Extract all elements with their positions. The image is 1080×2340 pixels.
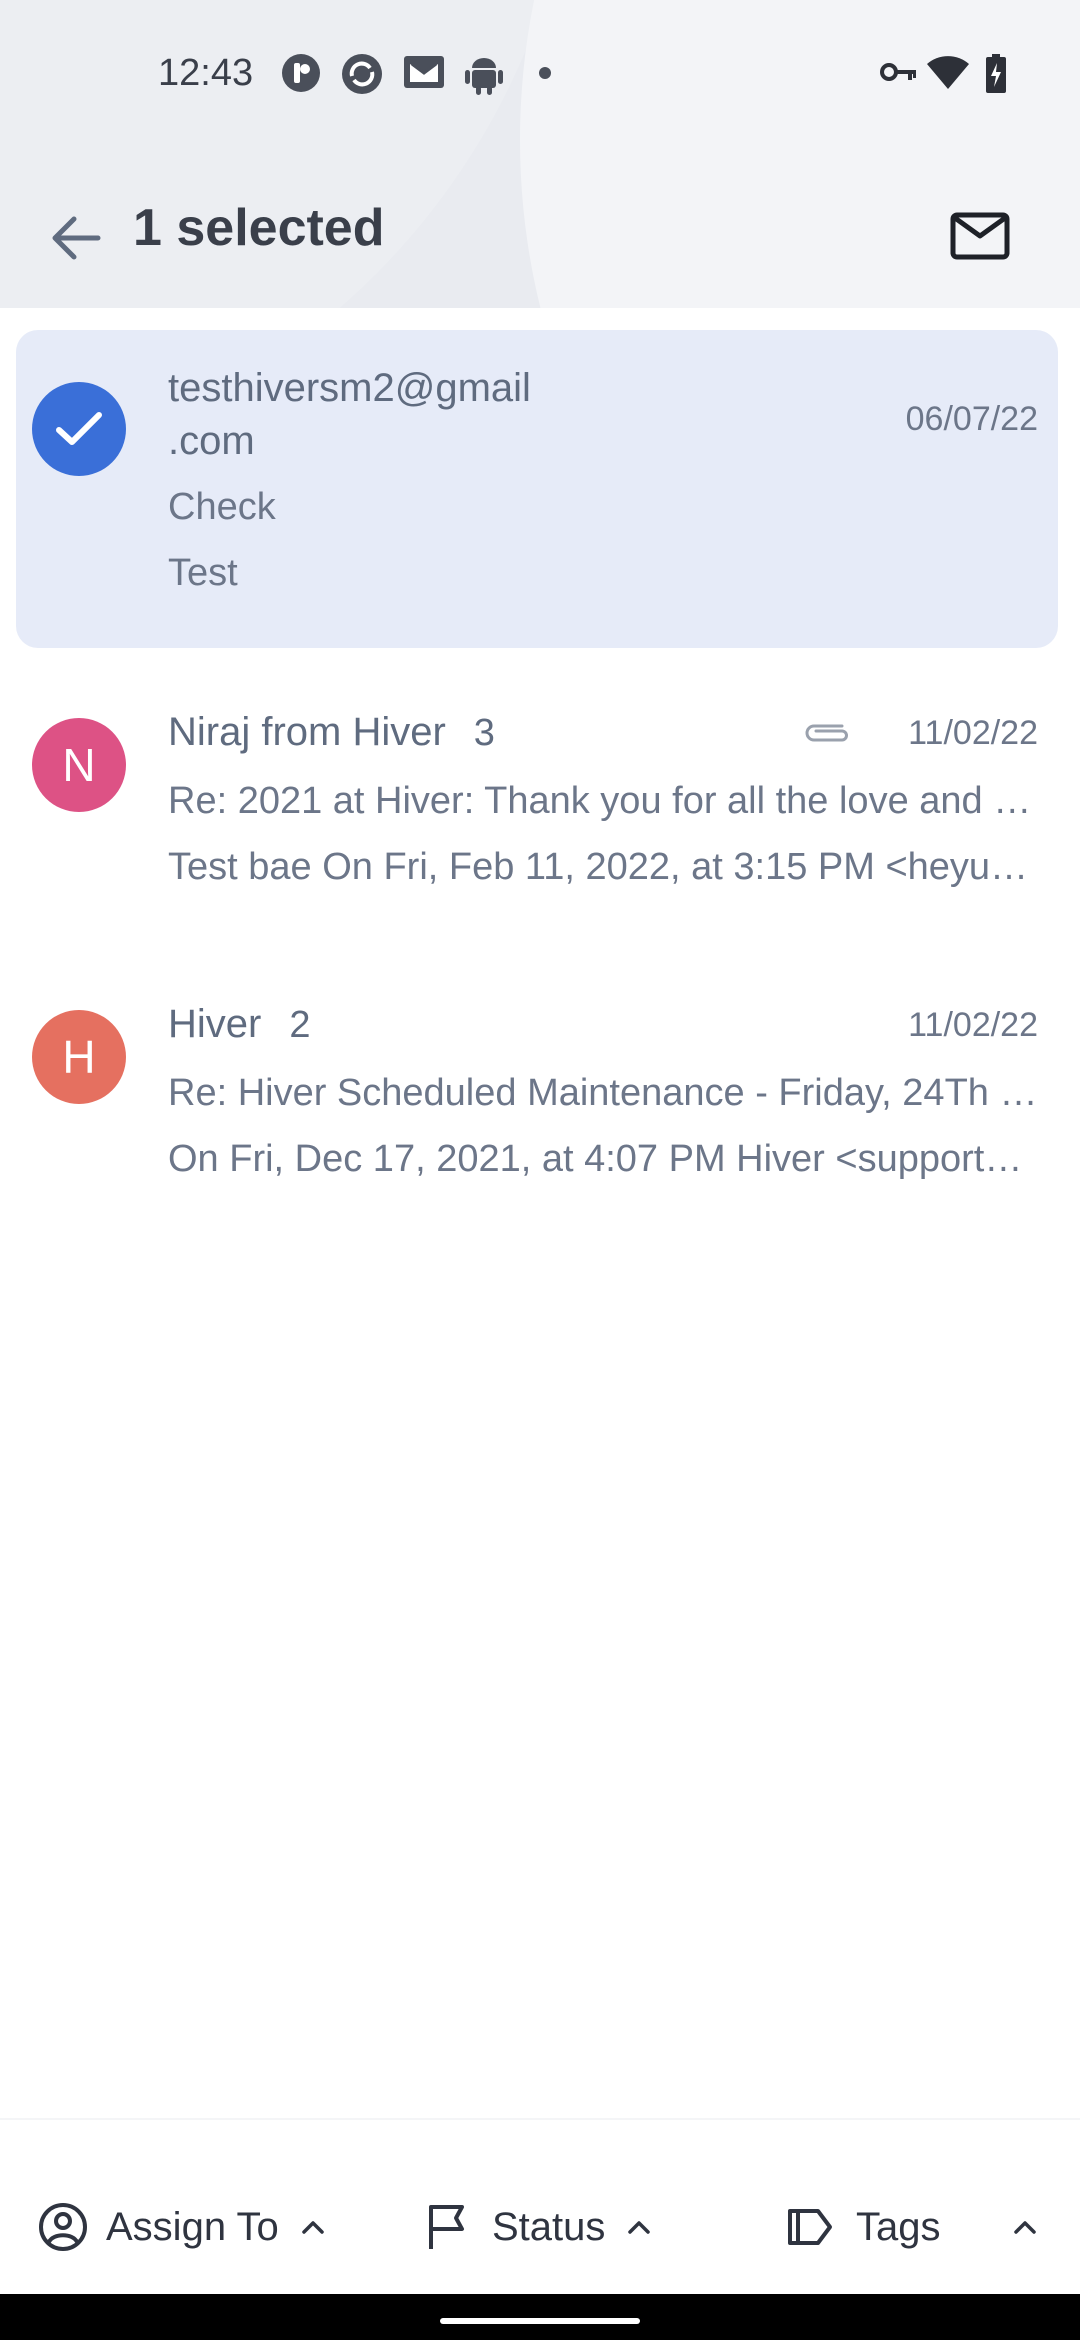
- conversation-subject: Check: [168, 486, 276, 528]
- avatar-letter: N: [62, 739, 96, 791]
- user-circle-icon: [39, 2203, 87, 2251]
- battery-charging-icon: [985, 54, 1007, 99]
- conversation-date: 11/02/22: [908, 1006, 1038, 1044]
- status-bar: 12:43: [0, 0, 1080, 150]
- back-button[interactable]: [42, 204, 110, 272]
- sender-name: testhiversm2@gmail: [168, 366, 531, 410]
- sender-name: Niraj from Hiver 3: [168, 710, 495, 755]
- wifi-icon: [926, 56, 970, 95]
- android-notification-icon: [464, 52, 504, 101]
- tag-icon: [788, 2209, 832, 2245]
- app-notification-icon: [280, 52, 322, 99]
- tags-button[interactable]: Tags: [786, 2182, 1037, 2272]
- conversation-subject: Re: 2021 at Hiver: Thank you for all the…: [168, 780, 1032, 822]
- vpn-key-icon: [880, 60, 918, 89]
- assign-to-label: Assign To: [106, 2204, 279, 2249]
- assign-to-button[interactable]: Assign To: [38, 2182, 325, 2272]
- conversation-row[interactable]: N Niraj from Hiver 3 11/02/22 Re: 2021 at…: [16, 678, 1058, 928]
- status-button[interactable]: Status: [426, 2182, 651, 2272]
- conversation-date: 11/02/22: [908, 714, 1038, 752]
- conversation-preview: On Fri, Dec 17, 2021, at 4:07 PM Hiver <…: [168, 1138, 1023, 1180]
- conversation-row[interactable]: H Hiver 2 11/02/22 Re: Hiver Scheduled Ma…: [16, 968, 1058, 1218]
- avatar: H: [32, 1010, 126, 1104]
- chevron-up-icon: [628, 2221, 651, 2234]
- paperclip-icon: [802, 720, 852, 751]
- selection-count-title: 1 selected: [133, 199, 385, 257]
- gmail-notification-icon: [402, 52, 446, 97]
- avatar: N: [32, 718, 126, 812]
- sender-name: Hiver 2: [168, 1002, 310, 1047]
- home-gesture-handle[interactable]: [440, 2318, 640, 2324]
- sender-name-text: Hiver: [168, 1002, 262, 1046]
- conversation-preview: Test: [168, 552, 238, 594]
- mark-read-button[interactable]: [944, 206, 1016, 266]
- system-navigation-bar: [0, 2294, 1080, 2340]
- conversation-date: 06/07/22: [905, 400, 1038, 438]
- tags-label: Tags: [856, 2204, 941, 2249]
- top-app-bar: 1 selected: [0, 170, 1080, 300]
- back-arrow-icon: [52, 216, 101, 260]
- status-label: Status: [492, 2204, 606, 2249]
- avatar-letter: H: [62, 1031, 96, 1083]
- sender-name-continued: .com: [168, 419, 255, 463]
- conversation-row[interactable]: testhiversm2@gmail .com 06/07/22 Check T…: [16, 330, 1058, 648]
- mail-icon: [950, 212, 1010, 260]
- sender-name-text: Niraj from Hiver: [168, 710, 446, 754]
- more-notifications-dot-icon: [538, 66, 552, 85]
- selected-check-avatar[interactable]: [32, 382, 126, 476]
- check-icon: [56, 412, 102, 445]
- thread-count: 3: [473, 712, 495, 754]
- conversation-preview: Test bae On Fri, Feb 11, 2022, at 3:15 P…: [168, 846, 1038, 888]
- conversation-subject: Re: Hiver Scheduled Maintenance - Friday…: [168, 1072, 1038, 1114]
- bottom-action-bar: Assign To Status Tags: [0, 2118, 1080, 2296]
- flag-icon: [429, 2205, 464, 2249]
- chevron-up-icon: [1013, 2221, 1036, 2234]
- thread-count: 2: [289, 1004, 311, 1046]
- status-time: 12:43: [158, 52, 254, 94]
- sync-notification-icon: [340, 52, 384, 101]
- chevron-up-icon: [301, 2221, 324, 2234]
